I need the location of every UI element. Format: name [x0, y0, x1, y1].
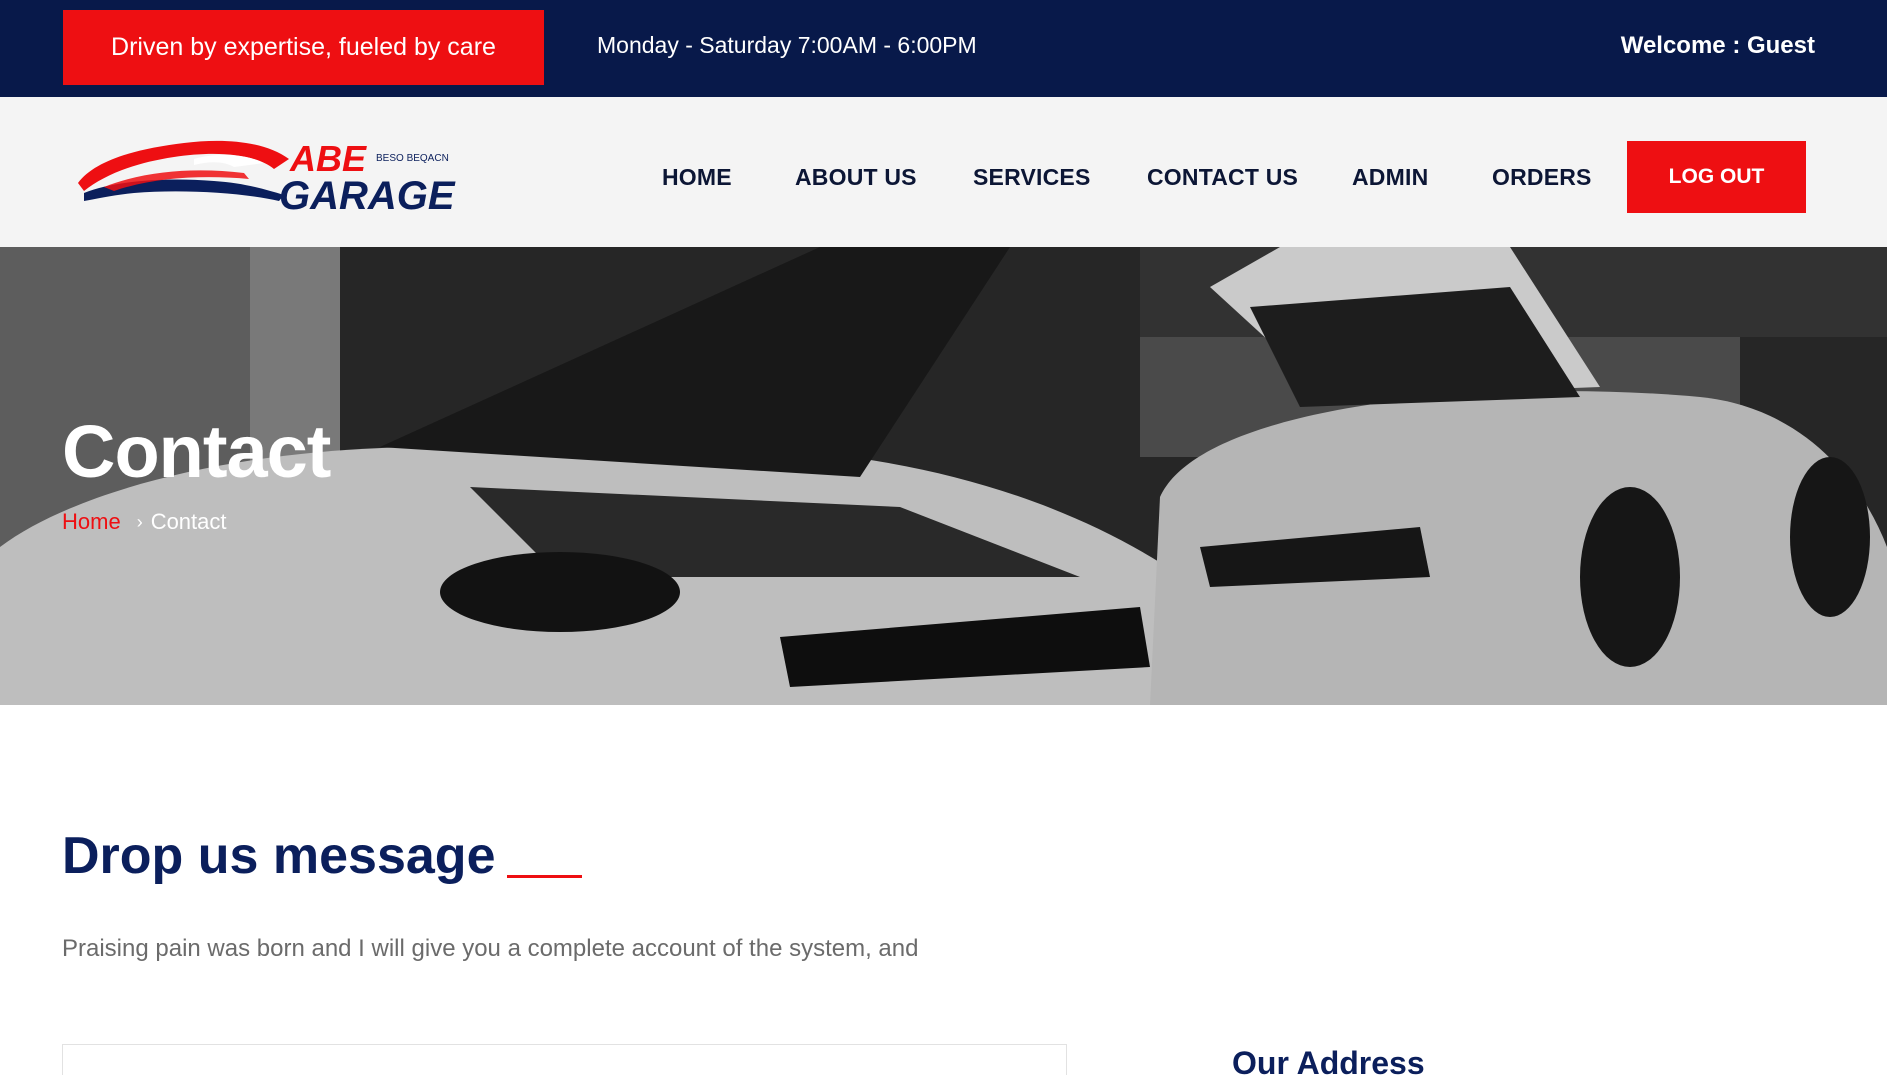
logout-button[interactable]: LOG OUT	[1627, 141, 1806, 213]
business-hours: Monday - Saturday 7:00AM - 6:00PM	[597, 32, 977, 58]
nav-about-us[interactable]: ABOUT US	[795, 164, 917, 191]
tagline-banner: Driven by expertise, fueled by care	[63, 10, 544, 85]
main-nav: HOME ABOUT US SERVICES CONTACT US ADMIN …	[0, 97, 1887, 247]
top-bar: Driven by expertise, fueled by care Mond…	[0, 0, 1887, 97]
contact-heading: Drop us message	[62, 827, 496, 885]
nav-admin[interactable]: ADMIN	[1352, 164, 1428, 191]
welcome-user: Welcome : Guest	[1620, 32, 1815, 59]
contact-form	[62, 1044, 1067, 1075]
heading-underline	[507, 875, 582, 878]
breadcrumb: Home › Contact	[62, 509, 227, 535]
nav-contact-us[interactable]: CONTACT US	[1147, 164, 1298, 191]
tagline-text: Driven by expertise, fueled by care	[111, 33, 496, 61]
nav-home[interactable]: HOME	[662, 164, 732, 191]
address-heading: Our Address	[1232, 1045, 1425, 1075]
chevron-right-icon: ›	[136, 511, 143, 532]
hero-banner: Contact Home › Contact	[0, 247, 1887, 705]
page-title: Contact	[62, 410, 331, 493]
nav-orders[interactable]: ORDERS	[1492, 164, 1592, 191]
site-header: ABE BESO BEQACN GARAGE HOME ABOUT US SER…	[0, 97, 1887, 247]
breadcrumb-home-link[interactable]: Home	[62, 509, 121, 535]
contact-description: Praising pain was born and I will give y…	[62, 935, 919, 962]
nav-services[interactable]: SERVICES	[973, 164, 1091, 191]
breadcrumb-current: Contact	[150, 509, 227, 534]
hero-watermark	[10, 527, 75, 705]
